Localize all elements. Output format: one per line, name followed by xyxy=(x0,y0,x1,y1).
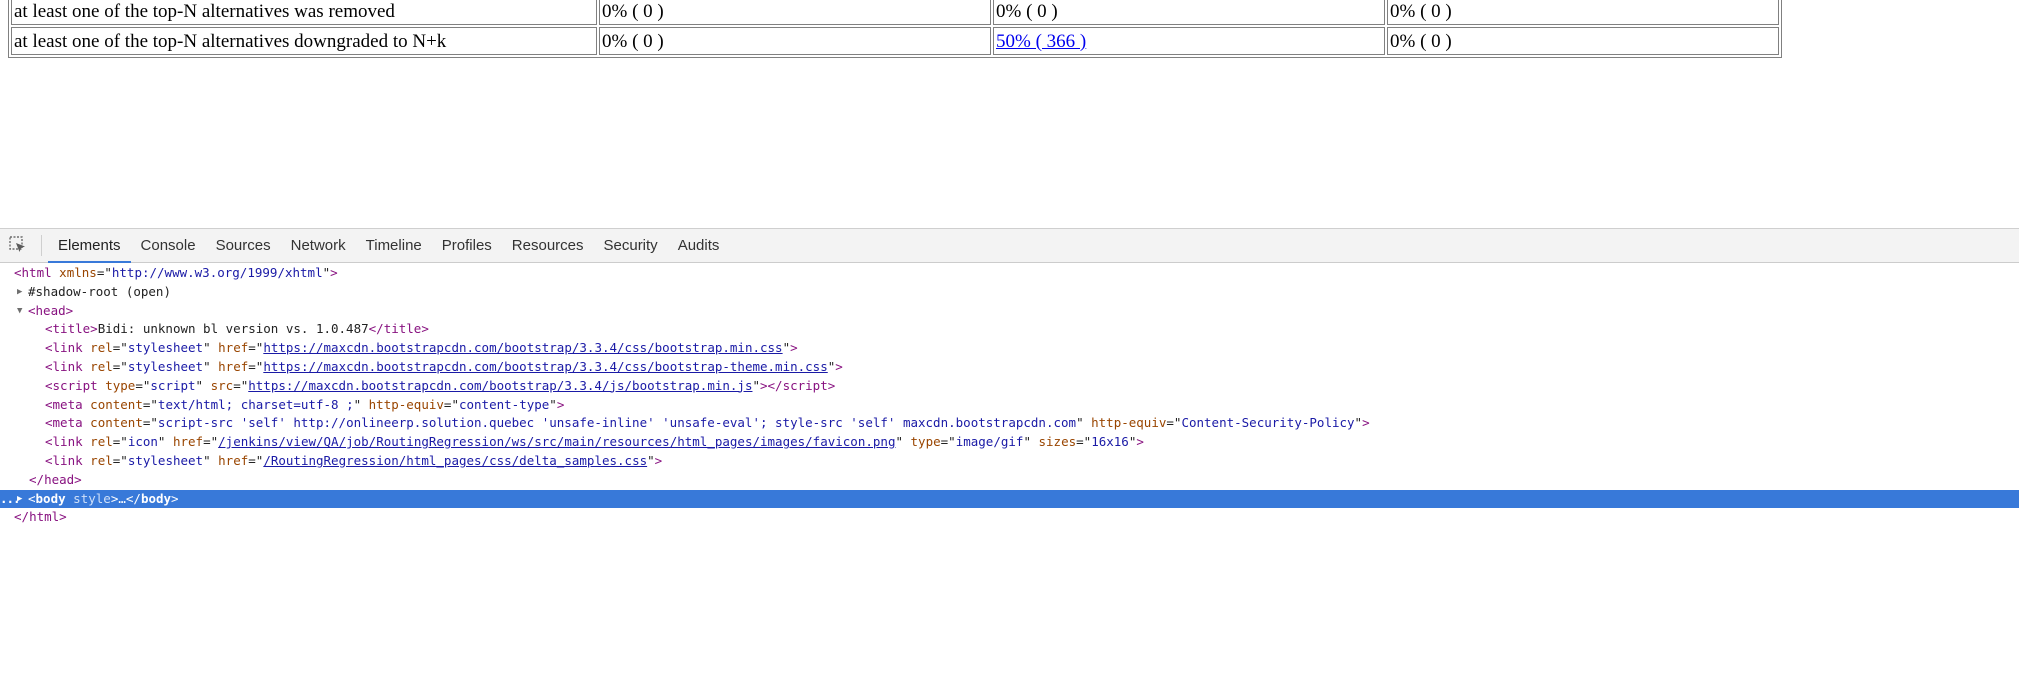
tag-name: title xyxy=(383,321,422,337)
tag-name: html xyxy=(21,265,52,280)
table-row: at least one of the top-N alternatives d… xyxy=(11,27,1779,55)
tab-network[interactable]: Network xyxy=(281,229,356,262)
tag-name: script xyxy=(782,377,828,393)
dom-tree: <html xmlns="http://www.w3.org/1999/xhtm… xyxy=(0,264,2019,527)
attr-name: src xyxy=(210,377,234,393)
attr-name: content xyxy=(90,396,143,412)
dom-node-link[interactable]: <link rel="stylesheet" href="https://max… xyxy=(0,339,2019,358)
samples-link[interactable]: 50% ( 366 ) xyxy=(996,31,1086,52)
dom-node-link[interactable]: <link rel="stylesheet" href="https://max… xyxy=(0,358,2019,377)
attr-value: image/gif xyxy=(955,434,1024,450)
expand-triangle-icon[interactable]: ▶ xyxy=(17,283,22,302)
attr-name: http-equiv xyxy=(1091,415,1167,431)
tab-security[interactable]: Security xyxy=(594,229,668,262)
favicon-link[interactable]: /jenkins/view/QA/job/RoutingRegression/w… xyxy=(218,434,895,449)
table-cell: 0% ( 0 ) xyxy=(599,27,991,55)
table-cell-link-container: 50% ( 366 ) xyxy=(993,27,1385,55)
tag-name: link xyxy=(52,452,83,468)
tag-name: html xyxy=(29,509,60,525)
bootstrap-css-link[interactable]: https://maxcdn.bootstrapcdn.com/bootstra… xyxy=(263,340,782,355)
tag-name: link xyxy=(52,358,83,374)
attr-name: rel xyxy=(90,340,113,356)
attr-name: style xyxy=(73,490,111,506)
devtools-toolbar: Elements Console Sources Network Timelin… xyxy=(0,229,2019,263)
attr-name: sizes xyxy=(1038,434,1077,450)
attr-value: stylesheet xyxy=(127,452,204,468)
attr-value: 16x16 xyxy=(1091,434,1129,450)
attr-name: href xyxy=(172,434,204,450)
attr-value: stylesheet xyxy=(127,340,204,356)
dom-node-title[interactable]: <title>Bidi: unknown bl version vs. 1.0.… xyxy=(0,320,2019,339)
bootstrap-js-link[interactable]: https://maxcdn.bootstrapcdn.com/bootstra… xyxy=(248,378,752,393)
attr-value: http://www.w3.org/1999/xhtml xyxy=(111,265,323,280)
dom-node-meta[interactable]: <meta content="text/html; charset=utf-8 … xyxy=(0,396,2019,415)
table-cell: 0% ( 0 ) xyxy=(993,0,1385,25)
tab-timeline[interactable]: Timeline xyxy=(356,229,432,262)
tag-name: meta xyxy=(52,415,83,431)
collapse-triangle-icon[interactable]: ▼ xyxy=(17,302,22,321)
attr-value: script-src 'self' http://onlineerp.solut… xyxy=(157,415,1077,431)
attr-name: type xyxy=(105,377,136,393)
title-text: Bidi: unknown bl version vs. 1.0.487 xyxy=(97,321,369,337)
dom-node-link[interactable]: <link rel="icon" href="/jenkins/view/QA/… xyxy=(0,433,2019,452)
attr-value: content-type xyxy=(458,396,550,412)
dom-node-script[interactable]: <script type="script" src="https://maxcd… xyxy=(0,377,2019,396)
attr-name: content xyxy=(90,415,143,431)
dom-node-html[interactable]: <html xmlns="http://www.w3.org/1999/xhtm… xyxy=(0,264,2019,283)
table-row: at least one of the top-N alternatives w… xyxy=(11,0,1779,25)
table-cell: 0% ( 0 ) xyxy=(599,0,991,25)
attr-name: rel xyxy=(90,434,113,450)
attr-value: Content-Security-Policy xyxy=(1181,415,1355,431)
dom-node-body-selected[interactable]: ... ▶ <body style>…</body> xyxy=(0,489,2019,509)
tag-name: link xyxy=(52,340,83,356)
tab-audits[interactable]: Audits xyxy=(668,229,730,262)
dom-node-link[interactable]: <link rel="stylesheet" href="/RoutingReg… xyxy=(0,452,2019,471)
tag-name: link xyxy=(52,434,83,450)
row-label: at least one of the top-N alternatives w… xyxy=(11,0,597,25)
tab-profiles[interactable]: Profiles xyxy=(432,229,502,262)
devtools-tabs: Elements Console Sources Network Timelin… xyxy=(48,229,730,263)
attr-value: icon xyxy=(127,434,158,450)
dom-node-shadow-root[interactable]: ▶ #shadow-root (open) xyxy=(0,283,2019,302)
tab-elements[interactable]: Elements xyxy=(48,229,131,263)
tag-name: meta xyxy=(52,396,83,412)
tag-name: body xyxy=(140,490,172,506)
attr-name: type xyxy=(910,434,941,450)
attr-name: rel xyxy=(90,358,113,374)
attr-value: text/html; charset=utf-8 ; xyxy=(157,396,354,412)
table-cell: 0% ( 0 ) xyxy=(1387,27,1779,55)
tab-sources[interactable]: Sources xyxy=(206,229,281,262)
dom-node-head-close[interactable]: </head> xyxy=(0,471,2019,490)
attr-name: href xyxy=(218,340,249,356)
tag-name: head xyxy=(44,471,75,487)
attr-name: href xyxy=(218,358,249,374)
tag-name: head xyxy=(35,302,66,318)
dom-node-html-close[interactable]: </html> xyxy=(0,508,2019,527)
collapsed-ellipsis: … xyxy=(118,490,126,506)
shadow-root-label: #shadow-root (open) xyxy=(28,283,171,299)
devtools-panel: Elements Console Sources Network Timelin… xyxy=(0,228,2019,693)
bootstrap-theme-css-link[interactable]: https://maxcdn.bootstrapcdn.com/bootstra… xyxy=(263,359,827,374)
attr-name: xmlns xyxy=(59,265,97,280)
attr-name: href xyxy=(218,452,249,468)
tag-name: script xyxy=(52,377,98,393)
attr-name: http-equiv xyxy=(368,396,444,412)
attr-value: script xyxy=(150,377,196,393)
dom-node-meta[interactable]: <meta content="script-src 'self' http://… xyxy=(0,414,2019,433)
dom-node-head[interactable]: ▼ <head> xyxy=(0,302,2019,321)
tab-resources[interactable]: Resources xyxy=(502,229,594,262)
inspect-element-icon[interactable] xyxy=(8,235,28,255)
delta-samples-css-link[interactable]: /RoutingRegression/html_pages/css/delta_… xyxy=(263,453,647,468)
table-cell: 0% ( 0 ) xyxy=(1387,0,1779,25)
page-content: at least one of the top-N alternatives w… xyxy=(0,0,2019,228)
tag-name: title xyxy=(52,321,91,337)
attr-name: rel xyxy=(90,452,113,468)
toolbar-divider xyxy=(41,235,42,256)
results-table: at least one of the top-N alternatives w… xyxy=(8,0,1782,58)
expand-triangle-icon[interactable]: ▶ xyxy=(17,490,22,509)
attr-value: stylesheet xyxy=(127,358,204,374)
tag-name: body xyxy=(35,490,66,506)
row-label: at least one of the top-N alternatives d… xyxy=(11,27,597,55)
tab-console[interactable]: Console xyxy=(131,229,206,262)
